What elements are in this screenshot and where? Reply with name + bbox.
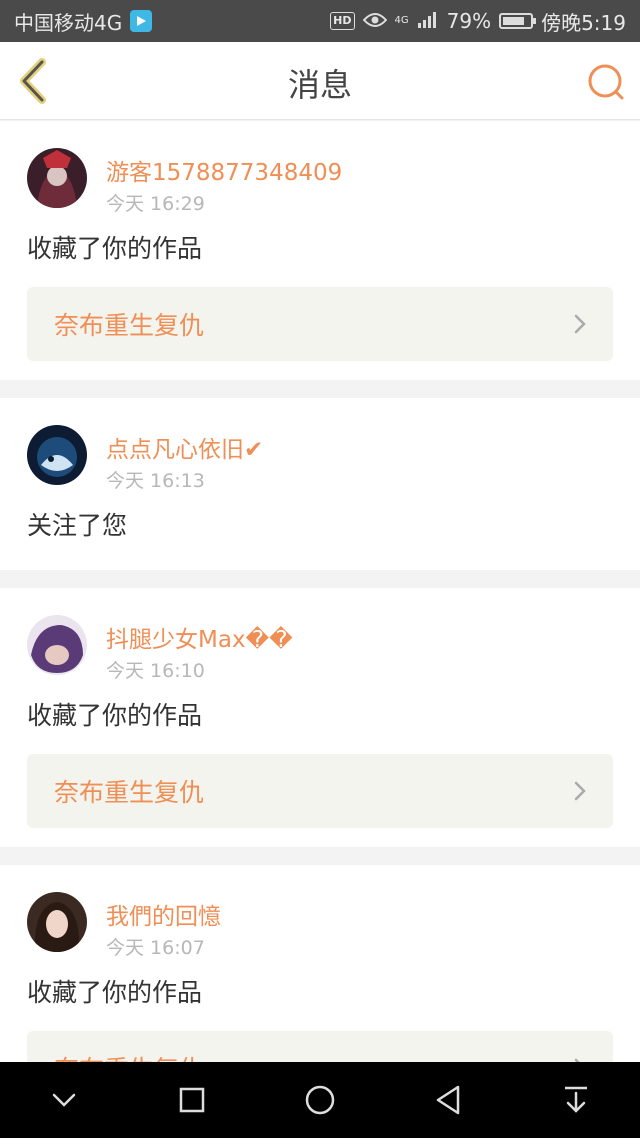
action-text: 关注了您: [27, 511, 128, 540]
square-icon: [179, 1087, 205, 1113]
user-avatar[interactable]: [27, 615, 87, 675]
chevron-right-icon: [574, 314, 586, 334]
circle-icon: [305, 1085, 335, 1115]
message-time: 今天 16:13: [106, 470, 205, 492]
hide-nav-button[interactable]: [39, 1075, 89, 1125]
search-icon: [588, 64, 624, 100]
message-item[interactable]: 我們的回憶 今天 16:07 收藏了你的作品 奈布重生复仇: [0, 865, 640, 1062]
notification-pull-button[interactable]: [551, 1075, 601, 1125]
username[interactable]: 抖腿少女Max��: [106, 620, 293, 654]
page-title: 消息: [287, 66, 352, 104]
triangle-back-icon: [436, 1085, 460, 1115]
username[interactable]: 点点凡心依旧✔: [106, 430, 263, 464]
message-item[interactable]: 游客1578877348409 今天 16:29 收藏了你的作品 奈布重生复仇: [0, 121, 640, 380]
status-bar: 中国移动4G HD 4G 79% 傍晚5:19: [0, 0, 640, 42]
message-item[interactable]: 点点凡心依旧✔ 今天 16:13 关注了您: [0, 398, 640, 570]
pull-down-icon: [565, 1086, 587, 1113]
username[interactable]: 我們的回憶: [106, 897, 221, 931]
work-title: 奈布重生复仇: [54, 1050, 204, 1062]
eye-icon: [362, 9, 387, 33]
message-time: 今天 16:29: [106, 193, 205, 215]
battery-icon: [499, 13, 537, 29]
clock-time: 傍晚5:19: [541, 10, 626, 35]
network-type-label: 4G: [394, 15, 409, 26]
message-item[interactable]: 抖腿少女Max�� 今天 16:10 收藏了你的作品 奈布重生复仇: [0, 588, 640, 847]
message-list[interactable]: 游客1578877348409 今天 16:29 收藏了你的作品 奈布重生复仇 …: [0, 121, 640, 1062]
chevron-down-icon: [52, 1093, 76, 1107]
back-nav-button[interactable]: [423, 1075, 473, 1125]
battery-percent: 79%: [446, 9, 492, 33]
user-avatar[interactable]: [27, 425, 87, 485]
video-app-icon: [130, 10, 153, 32]
message-time: 今天 16:07: [106, 937, 205, 959]
carrier-text: 中国移动4G: [14, 10, 123, 35]
system-nav-bar: [0, 1062, 640, 1138]
work-title: 奈布重生复仇: [54, 778, 205, 807]
action-text: 收藏了你的作品: [27, 234, 203, 263]
work-link[interactable]: 奈布重生复仇: [27, 287, 613, 361]
action-text: 收藏了你的作品: [27, 978, 203, 1007]
work-link[interactable]: 奈布重生复仇: [27, 754, 613, 828]
message-time: 今天 16:10: [106, 660, 205, 682]
work-title: 奈布重生复仇: [54, 311, 205, 340]
user-avatar[interactable]: [27, 892, 87, 952]
recents-button[interactable]: [167, 1075, 217, 1125]
chevron-right-icon: [574, 781, 586, 801]
battery-level-fill: [503, 17, 524, 25]
user-avatar[interactable]: [27, 148, 87, 208]
action-text: 收藏了你的作品: [27, 701, 203, 730]
search-button[interactable]: [586, 62, 626, 102]
hd-icon: HD: [330, 12, 355, 30]
signal-icon: [417, 9, 439, 33]
top-bar: 消息: [0, 42, 640, 120]
work-link[interactable]: 奈布重生复仇: [27, 1031, 613, 1062]
username[interactable]: 游客1578877348409: [106, 153, 342, 187]
home-button[interactable]: [295, 1075, 345, 1125]
